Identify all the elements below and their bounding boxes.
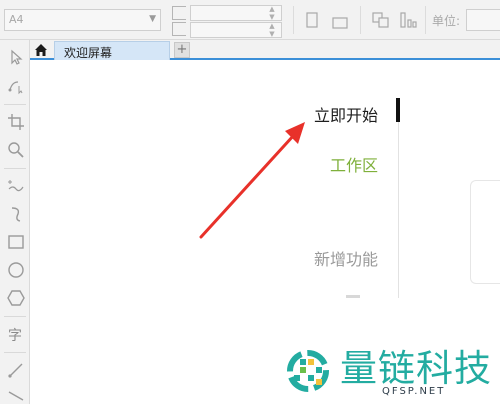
menu-item-get-started[interactable]: 立即开始 bbox=[314, 102, 378, 126]
plus-icon[interactable]: + bbox=[174, 42, 190, 58]
all-pages-icon[interactable] bbox=[372, 12, 390, 32]
text-tool-icon[interactable]: 字 bbox=[6, 324, 26, 344]
zoom-tool-icon[interactable] bbox=[6, 140, 26, 160]
width-icon bbox=[172, 6, 186, 20]
artistic-media-tool-icon[interactable] bbox=[6, 204, 26, 224]
current-page-icon[interactable] bbox=[400, 12, 418, 32]
coreldraw-window: A4 ▼ ▲ ▼ ▲ ▼ 单位: 字 欢迎屏幕 + 立即开始 工作区 新增功能 … bbox=[0, 0, 500, 404]
landscape-icon[interactable] bbox=[332, 14, 348, 33]
home-icon[interactable] bbox=[33, 42, 49, 58]
paper-size-select[interactable]: A4 ▼ bbox=[4, 9, 161, 31]
width-spinner[interactable]: ▲ ▼ bbox=[265, 5, 279, 21]
paper-size-value: A4 bbox=[9, 13, 24, 26]
svg-text:字: 字 bbox=[8, 328, 22, 344]
connector-tool-icon[interactable] bbox=[6, 360, 26, 380]
content-card bbox=[470, 180, 500, 284]
tab-welcome-screen[interactable]: 欢迎屏幕 bbox=[54, 41, 170, 60]
menu-item-whats-new[interactable]: 新增功能 bbox=[314, 246, 378, 270]
page-height-field[interactable]: ▲ ▼ bbox=[190, 22, 282, 38]
menu-item-workspace[interactable]: 工作区 bbox=[330, 152, 378, 176]
toolbox-separator bbox=[4, 168, 26, 169]
blend-tool-icon[interactable] bbox=[6, 386, 26, 404]
rectangle-tool-icon[interactable] bbox=[6, 232, 26, 252]
hidden-menu-item bbox=[346, 295, 360, 298]
pick-tool-icon[interactable] bbox=[6, 48, 26, 68]
polygon-tool-icon[interactable] bbox=[6, 288, 26, 308]
watermark-subtitle: QFSP.NET bbox=[382, 386, 446, 397]
toolbar-separator bbox=[360, 6, 361, 34]
height-icon bbox=[172, 22, 186, 36]
selected-item-marker bbox=[396, 98, 400, 122]
shape-tool-icon[interactable] bbox=[6, 76, 26, 96]
toolbox: 字 bbox=[0, 40, 30, 404]
toolbox-separator bbox=[4, 352, 26, 353]
chevron-down-icon: ▼ bbox=[149, 14, 156, 24]
toolbox-separator bbox=[4, 104, 26, 105]
portrait-icon[interactable] bbox=[306, 12, 318, 32]
height-spinner[interactable]: ▲ ▼ bbox=[265, 22, 279, 38]
tab-label: 欢迎屏幕 bbox=[64, 46, 113, 60]
page-width-field[interactable]: ▲ ▼ bbox=[190, 5, 282, 21]
freehand-tool-icon[interactable] bbox=[6, 176, 26, 196]
ellipse-tool-icon[interactable] bbox=[6, 260, 26, 280]
toolbar-separator bbox=[293, 6, 294, 34]
document-tab-bar: 欢迎屏幕 + bbox=[30, 40, 500, 60]
crop-tool-icon[interactable] bbox=[6, 112, 26, 132]
toolbar-separator bbox=[425, 6, 426, 34]
unit-select[interactable] bbox=[466, 9, 500, 31]
unit-label: 单位: bbox=[432, 14, 461, 28]
property-bar: A4 ▼ ▲ ▼ ▲ ▼ 单位: bbox=[0, 0, 500, 40]
watermark-logo bbox=[282, 346, 334, 396]
menu-divider bbox=[398, 98, 399, 298]
toolbox-separator bbox=[4, 316, 26, 317]
watermark-title: 量链科技 bbox=[340, 347, 492, 390]
